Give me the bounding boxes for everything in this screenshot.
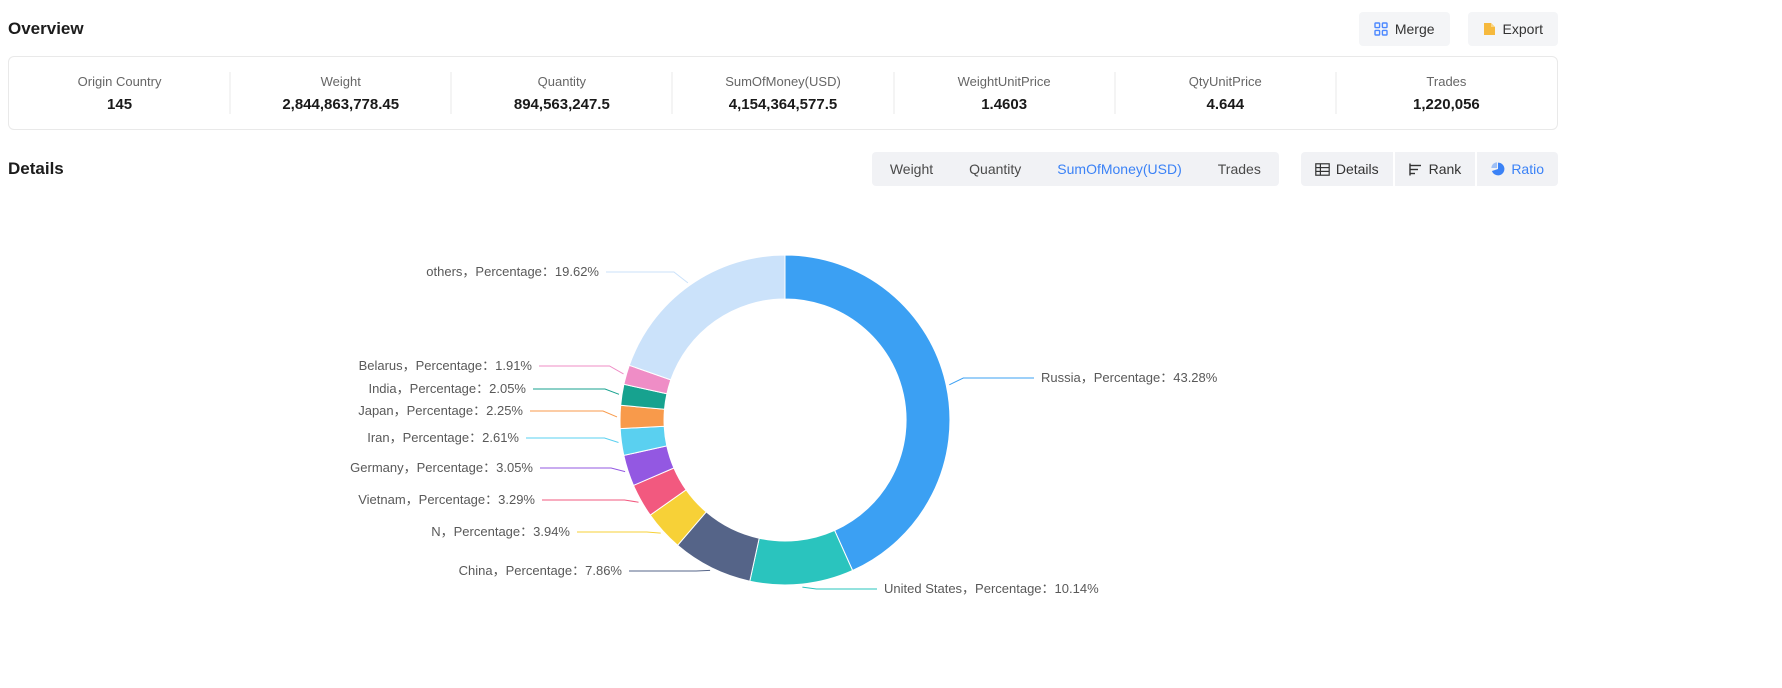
details-header: Details WeightQuantitySumOfMoney(USD)Tra…	[0, 152, 1566, 186]
pie-leader-line-belarus	[539, 366, 624, 374]
stat-origin-country: Origin Country 145	[9, 74, 230, 113]
export-button[interactable]: Export	[1468, 12, 1558, 46]
pie-leader-line-others	[606, 272, 688, 283]
stat-value: 4,154,364,577.5	[672, 96, 893, 113]
stat-value: 4.644	[1115, 96, 1336, 113]
pie-label-vietnam: Vietnam，Percentage：3.29%	[358, 492, 535, 507]
stat-value: 145	[9, 96, 230, 113]
pie-leader-line-germany	[540, 468, 625, 472]
merge-button-label: Merge	[1395, 21, 1435, 37]
pie-label-china: China，Percentage：7.86%	[459, 563, 623, 578]
page: Overview Merge Export Origin Country145W…	[0, 0, 1566, 688]
pie-label-belarus: Belarus，Percentage：1.91%	[359, 358, 533, 373]
stat-label: SumOfMoney(USD)	[672, 74, 893, 89]
pie-leader-line-iran	[526, 438, 619, 443]
details-icon	[1315, 163, 1330, 176]
pie-leader-line-vietnam	[542, 500, 639, 502]
details-view-button[interactable]: Details	[1301, 152, 1393, 186]
stat-value: 894,563,247.5	[451, 96, 672, 113]
header-actions: Merge Export	[1359, 12, 1558, 46]
export-button-label: Export	[1503, 21, 1543, 37]
pie-segment-united-states[interactable]	[750, 530, 853, 585]
ratio-icon	[1491, 162, 1505, 176]
stat-weight: Weight 2,844,863,778.45	[230, 74, 451, 113]
stat-value: 1,220,056	[1336, 96, 1557, 113]
pie-leader-line-india	[533, 389, 619, 394]
stat-label: Origin Country	[9, 74, 230, 89]
tab-trades[interactable]: Trades	[1200, 152, 1279, 186]
pie-segment-russia[interactable]	[785, 255, 950, 571]
view-switcher: Details Rank Ratio	[1301, 152, 1558, 186]
pie-leader-line-united-states	[802, 587, 877, 589]
page-title: Overview	[8, 19, 84, 39]
details-title: Details	[8, 159, 64, 179]
stat-weightunitprice: WeightUnitPrice 1.4603	[894, 74, 1115, 113]
stat-label: Weight	[230, 74, 451, 89]
pie-label-united-states: United States，Percentage：10.14%	[884, 581, 1099, 596]
pie-label-others: others，Percentage：19.62%	[426, 264, 599, 279]
pie-label-india: India，Percentage：2.05%	[368, 381, 526, 396]
pie-leader-line-russia	[949, 378, 1034, 385]
pie-label-russia: Russia，Percentage：43.28%	[1041, 370, 1218, 385]
tab-sumofmoney-usd[interactable]: SumOfMoney(USD)	[1039, 152, 1199, 186]
pie-leader-line-n	[577, 532, 661, 533]
overview-header: Overview Merge Export	[0, 0, 1566, 56]
rank-icon	[1409, 163, 1423, 176]
view-button-label: Details	[1336, 161, 1379, 177]
view-button-label: Ratio	[1511, 161, 1544, 177]
tab-quantity[interactable]: Quantity	[951, 152, 1039, 186]
stat-label: Trades	[1336, 74, 1557, 89]
pie-segment-others[interactable]	[629, 255, 785, 380]
pie-label-germany: Germany，Percentage：3.05%	[350, 460, 533, 475]
pie-leader-line-china	[629, 570, 710, 571]
stat-qtyunitprice: QtyUnitPrice 4.644	[1115, 74, 1336, 113]
overview-stats-panel: Origin Country145Weight2,844,863,778.45Q…	[8, 56, 1558, 130]
pie-label-iran: Iran，Percentage：2.61%	[367, 430, 519, 445]
tab-weight[interactable]: Weight	[872, 152, 951, 186]
stat-label: Quantity	[451, 74, 672, 89]
pie-leader-line-japan	[530, 411, 617, 417]
stat-quantity: Quantity 894,563,247.5	[451, 74, 672, 113]
view-button-label: Rank	[1429, 161, 1462, 177]
pie-label-japan: Japan，Percentage：2.25%	[358, 403, 523, 418]
stat-trades: Trades 1,220,056	[1336, 74, 1557, 113]
stat-value: 2,844,863,778.45	[230, 96, 451, 113]
export-icon	[1483, 22, 1496, 36]
merge-button[interactable]: Merge	[1359, 12, 1450, 46]
metric-tabs: WeightQuantitySumOfMoney(USD)Trades	[872, 152, 1279, 186]
stat-sumofmoney-usd: SumOfMoney(USD) 4,154,364,577.5	[672, 74, 893, 113]
stat-label: QtyUnitPrice	[1115, 74, 1336, 89]
rank-view-button[interactable]: Rank	[1393, 152, 1476, 186]
stat-label: WeightUnitPrice	[894, 74, 1115, 89]
stat-value: 1.4603	[894, 96, 1115, 113]
pie-label-n: N，Percentage：3.94%	[431, 524, 570, 539]
merge-icon	[1374, 22, 1388, 36]
ratio-view-button[interactable]: Ratio	[1475, 152, 1558, 186]
